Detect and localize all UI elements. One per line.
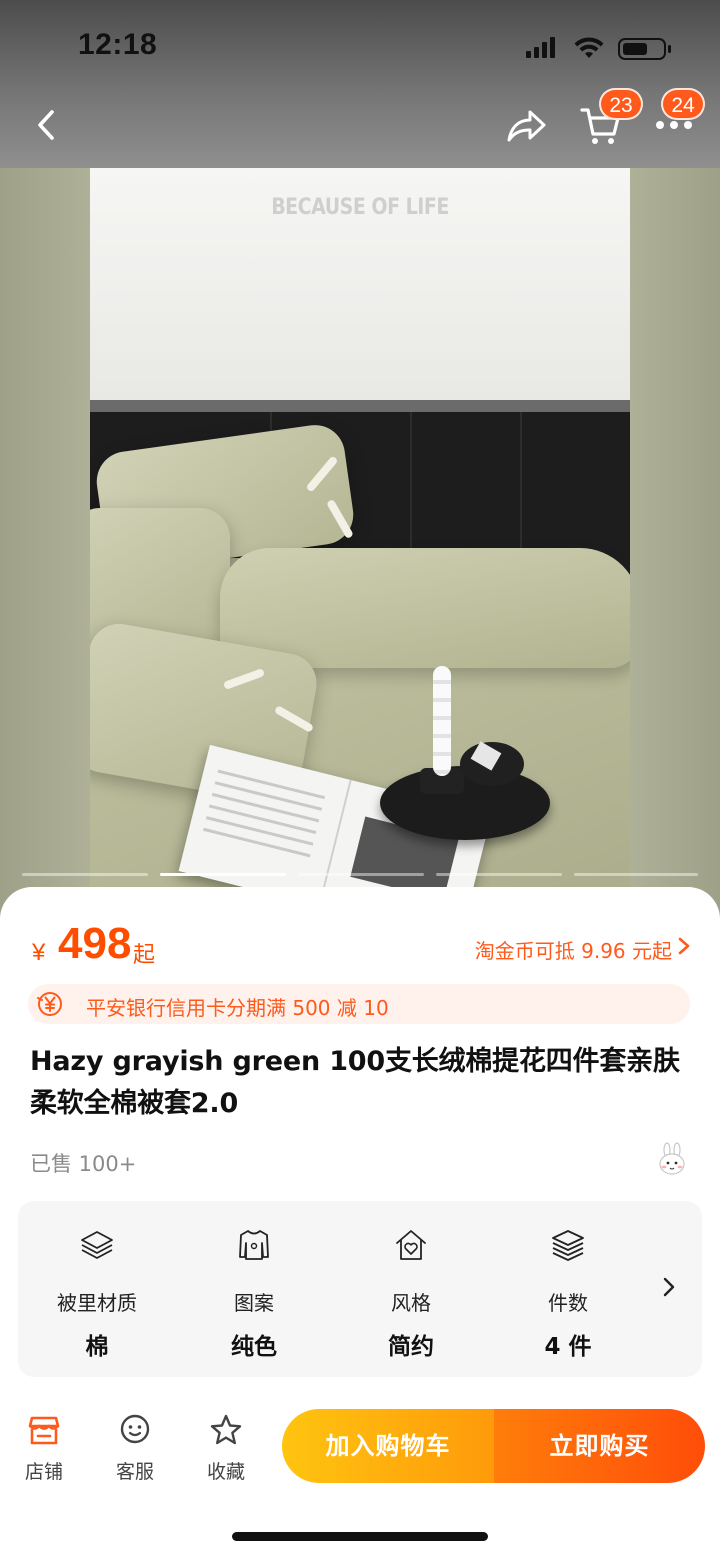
installment-promo[interactable]: 平安银行信用卡分期满 500 减 10 [28, 984, 690, 1024]
battery-icon [618, 38, 671, 60]
attribute-label: 件数 [548, 1291, 588, 1315]
rabbit-mascot-icon[interactable] [654, 1142, 690, 1178]
sold-count: 已售 100+ [30, 1152, 137, 1176]
gallery-page-indicator-active [160, 873, 286, 876]
gallery-page-indicator [22, 873, 148, 876]
wifi-icon [574, 37, 604, 58]
add-to-cart-button[interactable]: 加入购物车 [282, 1409, 494, 1483]
photo-tray [380, 766, 550, 840]
photo-candle [433, 666, 451, 776]
attribute-style: 风格 简约 [332, 1201, 490, 1377]
cellular-signal-icon [526, 37, 555, 58]
attribute-value: 棉 [85, 1334, 109, 1360]
attribute-piece-count: 件数 4 件 [489, 1201, 647, 1377]
attribute-pattern: 图案 纯色 [175, 1201, 333, 1377]
attribute-label: 被里材质 [57, 1291, 137, 1315]
customer-service-button[interactable]: 客服 [105, 1413, 165, 1485]
installment-promo-text: 平安银行信用卡分期满 500 减 10 [86, 996, 389, 1020]
shop-button[interactable]: 店铺 [14, 1413, 74, 1485]
favorite-button[interactable]: 收藏 [196, 1413, 256, 1485]
product-title: Hazy grayish green 100支长绒棉提花四件套亲肤柔软全棉被套2… [30, 1046, 680, 1119]
status-time: 12:18 [78, 28, 158, 61]
house-heart-icon [396, 1230, 426, 1260]
yuan-coin-icon [37, 992, 62, 1016]
chevron-right-icon[interactable] [676, 936, 692, 956]
product-info-card: ¥ 498 起 淘金币可抵 9.96 元起 平安银行信用卡分期满 500 减 1… [0, 887, 720, 1558]
wall-slogan: BECAUSE OF LIFE [271, 194, 449, 220]
attribute-value: 4 件 [544, 1334, 592, 1360]
attribute-label: 风格 [391, 1291, 431, 1315]
attribute-value: 简约 [388, 1334, 434, 1360]
gallery-page-indicator [436, 873, 562, 876]
gallery-side-left [0, 168, 90, 925]
shirt-icon [239, 1230, 269, 1260]
home-indicator[interactable] [232, 1532, 488, 1541]
favorite-label: 收藏 [206, 1461, 245, 1483]
buy-now-button[interactable]: 立即购买 [494, 1409, 705, 1483]
price-currency: ¥ [32, 939, 46, 966]
gallery-side-right [630, 168, 720, 925]
gallery-page-indicator [298, 873, 424, 876]
photo-duvet [220, 548, 630, 668]
taojinbi-offer[interactable]: 淘金币可抵 9.96 元起 [475, 935, 672, 964]
store-icon [28, 1416, 60, 1445]
star-icon [210, 1414, 242, 1445]
price-suffix: 起 [133, 943, 156, 968]
message-count-badge: 24 [661, 88, 705, 120]
attribute-material: 被里材质 棉 [18, 1201, 176, 1377]
chat-face-icon [120, 1414, 150, 1444]
attribute-label: 图案 [234, 1291, 274, 1315]
product-photo: BECAUSE OF LIFE [90, 168, 630, 888]
back-arrow-icon[interactable] [34, 108, 60, 142]
product-attributes[interactable]: 被里材质 棉 图案 纯色 风格 简约 件数 4 件 [18, 1201, 702, 1377]
stack-icon [552, 1230, 584, 1261]
shop-label: 店铺 [24, 1461, 63, 1483]
chevron-right-icon[interactable] [660, 1275, 678, 1299]
gallery-page-indicator [574, 873, 698, 876]
share-icon[interactable] [506, 108, 548, 144]
cart-count-badge: 23 [599, 88, 643, 120]
customer-service-label: 客服 [115, 1461, 154, 1483]
gallery-pagination [22, 873, 698, 877]
status-icons [526, 37, 671, 60]
photo-wall-strip [90, 400, 630, 412]
layers-icon [81, 1231, 113, 1259]
price-amount: 498 [58, 919, 132, 968]
attribute-value: 纯色 [231, 1334, 277, 1360]
